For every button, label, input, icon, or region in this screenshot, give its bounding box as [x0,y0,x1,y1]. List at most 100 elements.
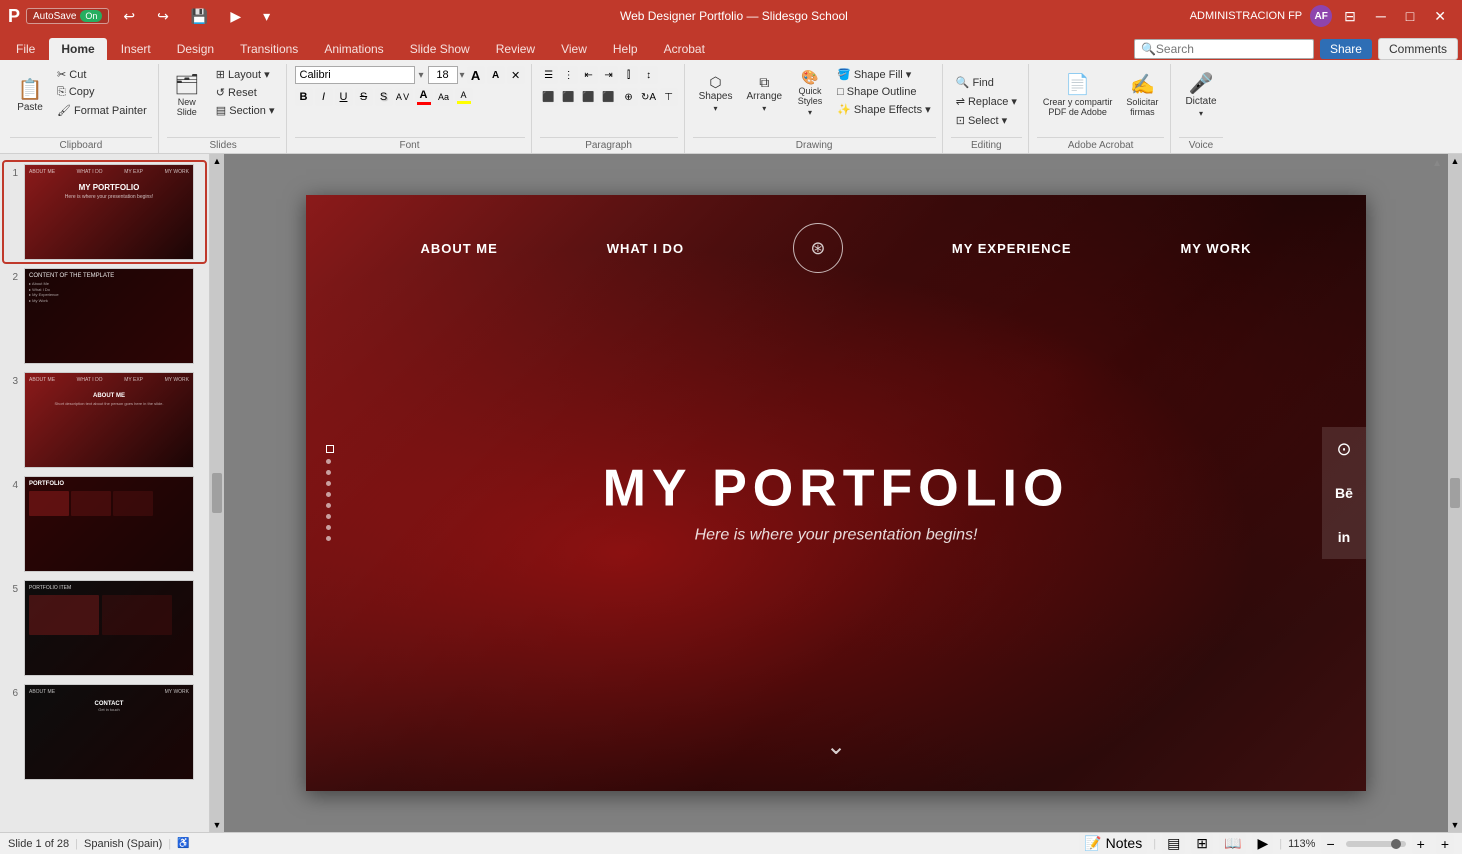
format-painter-button[interactable]: 🖌 Format Painter [52,102,152,119]
nav-item-what[interactable]: WHAT I DO [607,241,684,256]
request-signatures-button[interactable]: ✍ Solicitarfirmas [1120,66,1164,126]
scroll-thumb[interactable] [212,473,222,513]
undo-button[interactable]: ↩ [115,4,143,29]
slide-item-1[interactable]: 1 ABOUT ME WHAT I DO MY EXP MY WORK MY P… [4,162,205,262]
tab-acrobat[interactable]: Acrobat [652,38,717,60]
reading-view-button[interactable]: 📖 [1219,833,1246,854]
char-spacing-button[interactable]: AV [395,88,413,106]
autosave-state[interactable]: On [80,10,102,22]
select-button[interactable]: ⊡ Select ▾ [951,112,1012,129]
align-left-button[interactable]: ⬛ [540,88,558,106]
strikethrough-button[interactable]: S [355,88,373,106]
font-size-input[interactable] [428,66,458,84]
tab-file[interactable]: File [4,38,47,60]
zoom-out-button[interactable]: − [1321,834,1339,854]
tab-home[interactable]: Home [49,38,106,60]
search-box[interactable]: 🔍 [1134,39,1314,59]
italic-button[interactable]: I [315,88,333,106]
autosave-badge[interactable]: AutoSave On [26,8,109,24]
align-center-button[interactable]: ⬛ [560,88,578,106]
justify-button[interactable]: ⬛ [600,88,618,106]
section-button[interactable]: ▤ Section ▾ [211,102,280,119]
align-text-button[interactable]: ⊤ [660,88,678,106]
quick-styles-button[interactable]: 🎨 QuickStyles ▾ [790,66,830,121]
slide-main-title[interactable]: MY PORTFOLIO [603,459,1070,519]
replace-button[interactable]: ⇌ Replace ▾ [951,93,1022,110]
slide-sorter-button[interactable]: ⊞ [1191,833,1213,854]
tab-review[interactable]: Review [484,38,547,60]
highlight-button[interactable]: A [455,88,473,106]
shape-outline-button[interactable]: □ Shape Outline [832,84,936,100]
bullets-button[interactable]: ☰ [540,66,558,84]
scroll-up-icon[interactable]: ▲ [213,156,222,166]
dribbble-button[interactable]: ⊙ [1322,427,1366,471]
tab-help[interactable]: Help [601,38,650,60]
font-grow-button[interactable]: A [467,66,485,84]
cut-button[interactable]: ✂ Cut [52,66,152,83]
arrange-button[interactable]: ⧉ Arrange ▾ [740,66,788,121]
tab-transitions[interactable]: Transitions [228,38,310,60]
paste-button[interactable]: 📋 Paste [10,66,50,126]
comments-button[interactable]: Comments [1378,38,1458,60]
columns-button[interactable]: ⫿ [620,66,638,84]
slideshow-view-button[interactable]: ▶ [1252,833,1273,854]
right-scroll-down-icon[interactable]: ▼ [1451,820,1460,830]
create-pdf-button[interactable]: 📄 Crear y compartirPDF de Adobe [1037,66,1119,126]
shape-fill-button[interactable]: 🪣 Shape Fill ▾ [832,66,936,83]
new-slide-button[interactable]: 🗂 NewSlide [167,66,207,126]
decrease-indent-button[interactable]: ⇤ [580,66,598,84]
zoom-slider[interactable] [1346,841,1406,847]
user-avatar[interactable]: AF [1310,5,1332,27]
right-scroll-thumb[interactable] [1450,478,1460,508]
underline-button[interactable]: U [335,88,353,106]
maximize-button[interactable]: □ [1398,4,1422,28]
font-size-arrow[interactable]: ▾ [460,70,465,81]
fit-button[interactable]: + [1436,834,1454,854]
layout-button[interactable]: ⊞ Layout ▾ [211,66,280,83]
increase-indent-button[interactable]: ⇥ [600,66,618,84]
shape-effects-button[interactable]: ✨ Shape Effects ▾ [832,101,936,118]
shadow-button[interactable]: S [375,88,393,106]
text-case-button[interactable]: Aa [435,88,453,106]
customize-qat[interactable]: ▾ [255,4,278,29]
left-scrollbar[interactable]: ▲ ▼ [210,154,224,832]
numbering-button[interactable]: ⋮ [560,66,578,84]
close-button[interactable]: ✕ [1426,4,1454,29]
notes-button[interactable]: 📝 Notes [1079,833,1147,854]
search-input[interactable] [1156,42,1307,56]
behance-button[interactable]: Bē [1322,471,1366,515]
tab-insert[interactable]: Insert [109,38,163,60]
scroll-down-icon[interactable]: ▼ [213,820,222,830]
ribbon-collapse-button[interactable]: ▲ [1432,158,1442,169]
minimize-button[interactable]: ─ [1368,4,1394,28]
copy-button[interactable]: ⎘ Copy [52,84,152,101]
font-name-arrow[interactable]: ▾ [417,70,426,81]
nav-item-work[interactable]: MY WORK [1180,241,1251,256]
linkedin-button[interactable]: in [1322,515,1366,559]
save-button[interactable]: 💾 [183,4,216,29]
normal-view-button[interactable]: ▤ [1162,833,1185,854]
reset-button[interactable]: ↺ Reset [211,84,280,101]
redo-button[interactable]: ↪ [149,4,177,29]
slide-item-6[interactable]: 6 ABOUT ME MY WORK CONTACT Get in touch [4,682,205,782]
text-direction-button[interactable]: ↻A [640,88,658,106]
slide-item-4[interactable]: 4 PORTFOLIO [4,474,205,574]
ribbon-display-btn[interactable]: ⊟ [1336,4,1364,29]
nav-item-experience[interactable]: MY EXPERIENCE [952,241,1072,256]
convert-smartart-button[interactable]: ⊕ [620,88,638,106]
clear-formatting-button[interactable]: ✕ [507,66,525,84]
bold-button[interactable]: B [295,88,313,106]
find-button[interactable]: 🔍 Find [951,74,999,91]
slide-item-2[interactable]: 2 CONTENT OF THE TEMPLATE ▸ About Me ▸ W… [4,266,205,366]
slide-item-5[interactable]: 5 PORTFOLIO ITEM [4,578,205,678]
slide-item-3[interactable]: 3 ABOUT ME WHAT I DO MY EXP MY WORK ABOU… [4,370,205,470]
font-name-input[interactable] [295,66,415,84]
font-color-button[interactable]: A [415,88,433,106]
font-shrink-button[interactable]: A [487,66,505,84]
slide-main-subtitle[interactable]: Here is where your presentation begins! [603,527,1070,545]
tab-animations[interactable]: Animations [312,38,395,60]
line-spacing-button[interactable]: ↕ [640,66,658,84]
shapes-button[interactable]: ⬡ Shapes ▾ [693,66,739,121]
align-right-button[interactable]: ⬛ [580,88,598,106]
present-button[interactable]: ▶ [222,4,249,29]
